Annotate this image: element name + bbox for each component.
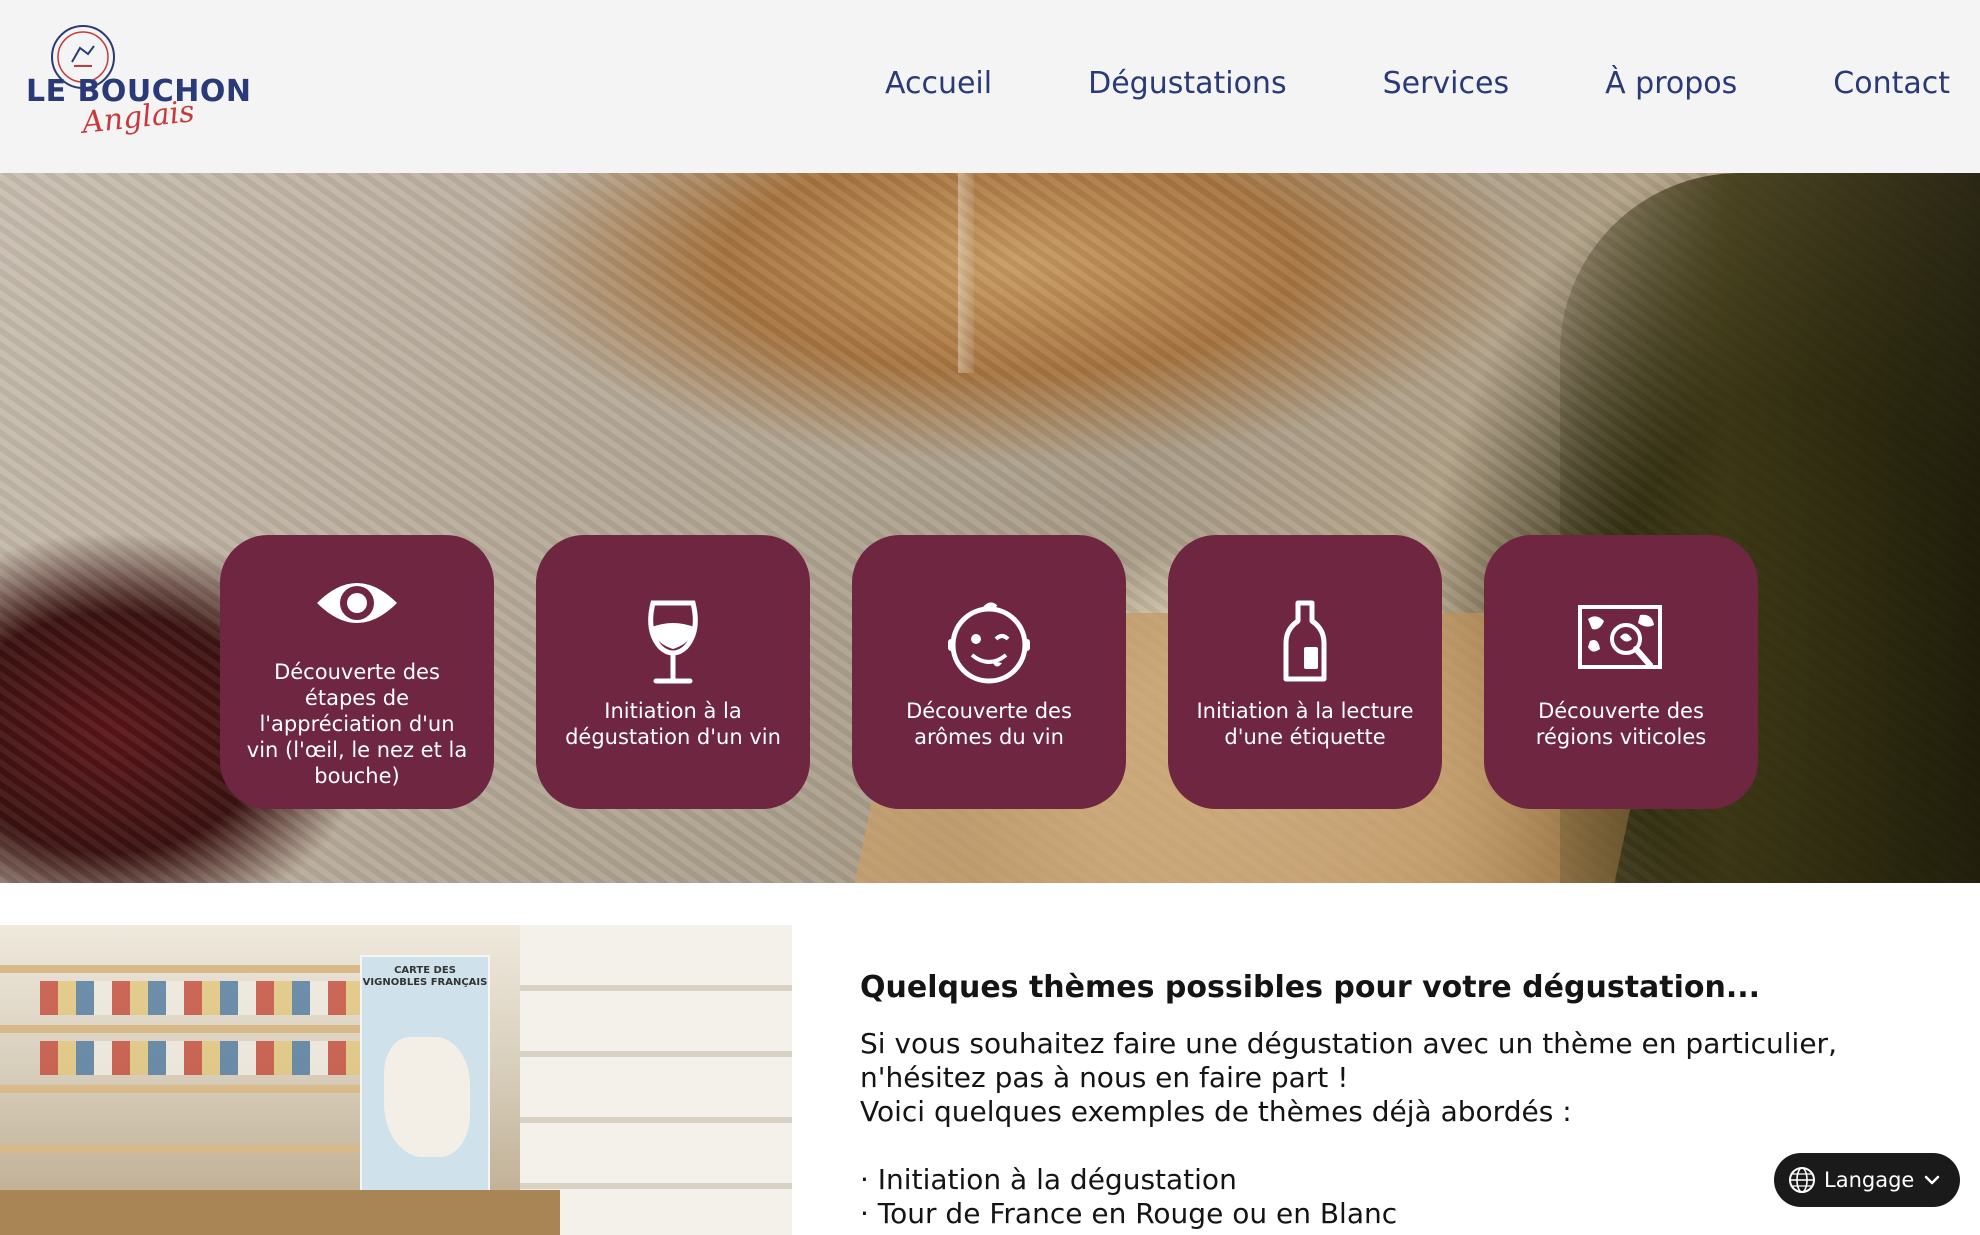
main-nav: Accueil Dégustations Services À propos C… [885, 66, 1950, 101]
winking-face-icon [941, 594, 1037, 690]
theme-card-label: Initiation à la dégustation d'un vin [565, 699, 781, 749]
themes-section: Quelques thèmes possibles pour votre dég… [860, 970, 1880, 1231]
hero-banner: Découverte des étapes de l'appréciation … [0, 173, 1980, 883]
theme-card-appreciation[interactable]: Découverte des étapes de l'appréciation … [220, 535, 494, 809]
theme-card-label: Découverte des arômes du vin [906, 699, 1072, 749]
intro-line: Si vous souhaitez faire une dégustation … [860, 1027, 1837, 1060]
theme-card-label: Découverte des régions viticoles [1535, 699, 1707, 749]
shelf [0, 965, 360, 973]
intro-line: n'hésitez pas à nous en faire part ! [860, 1061, 1349, 1094]
site-logo[interactable]: LE BOUCHON Anglais [26, 22, 251, 142]
shop-photo: CARTE DES VIGNOBLES FRANÇAIS [0, 925, 792, 1235]
theme-list-item: · Tour de France en Rouge ou en Blanc [860, 1197, 1398, 1230]
chevron-down-icon [1925, 1175, 1940, 1185]
bottle-label-icon [1257, 594, 1353, 690]
language-label: Langage [1824, 1168, 1915, 1192]
theme-list-item: · Initiation à la dégustation [860, 1163, 1237, 1196]
theme-cards: Découverte des étapes de l'appréciation … [220, 535, 1758, 809]
nav-degustations[interactable]: Dégustations [1088, 66, 1287, 101]
nav-accueil[interactable]: Accueil [885, 66, 992, 101]
theme-card-label: Initiation à la lecture d'une étiquette [1196, 699, 1414, 749]
theme-card-etiquette[interactable]: Initiation à la lecture d'une étiquette [1168, 535, 1442, 809]
section-title: Quelques thèmes possibles pour votre dég… [860, 970, 1761, 1005]
theme-card-label: Découverte des étapes de l'appréciation … [246, 660, 468, 788]
intro-line: Voici quelques exemples de thèmes déjà a… [860, 1095, 1572, 1128]
shelf-products [40, 981, 360, 1015]
nav-a-propos[interactable]: À propos [1605, 66, 1737, 101]
poster-title: CARTE DES VIGNOBLES FRANÇAIS [362, 965, 488, 988]
language-selector[interactable]: Langage [1774, 1153, 1960, 1207]
wine-glass-icon [625, 594, 721, 690]
tasting-table [0, 1190, 560, 1235]
nav-contact[interactable]: Contact [1833, 66, 1950, 101]
theme-card-aromes[interactable]: Découverte des arômes du vin [852, 535, 1126, 809]
shelf-products [40, 1041, 360, 1075]
site-header: LE BOUCHON Anglais Accueil Dégustations … [0, 0, 1980, 173]
shelf [0, 1145, 360, 1153]
shelf [0, 1085, 360, 1093]
eye-icon [309, 555, 405, 651]
nav-services[interactable]: Services [1383, 66, 1510, 101]
shelf [0, 1025, 360, 1033]
globe-icon [1789, 1167, 1815, 1193]
theme-card-initiation[interactable]: Initiation à la dégustation d'un vin [536, 535, 810, 809]
map-search-icon [1573, 594, 1669, 690]
wall-shelves [520, 925, 792, 1235]
theme-card-regions[interactable]: Découverte des régions viticoles [1484, 535, 1758, 809]
france-map-shape [384, 1037, 470, 1157]
hero-wine-glass-stem [958, 173, 974, 373]
